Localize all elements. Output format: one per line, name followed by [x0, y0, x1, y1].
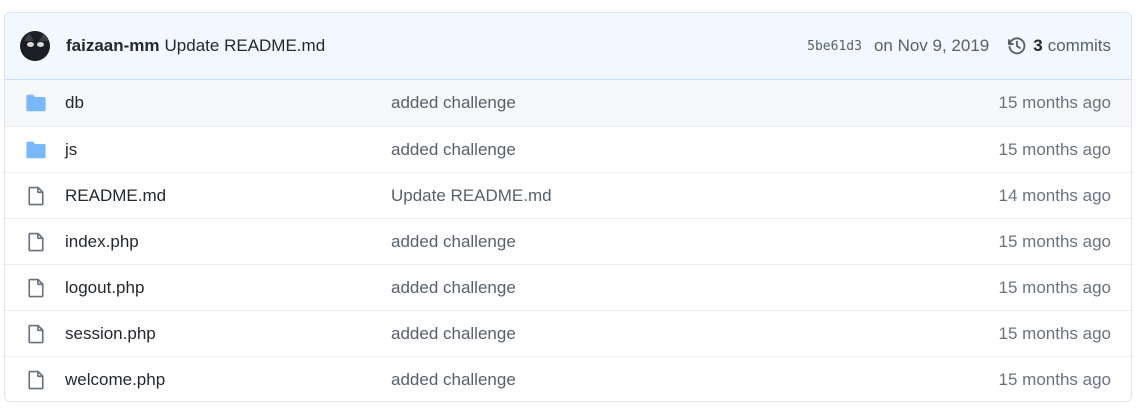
file-icon — [24, 370, 48, 390]
file-name-link[interactable]: logout.php — [65, 278, 391, 298]
file-row[interactable]: welcome.php added challenge 15 months ago — [5, 356, 1131, 401]
commit-sha-link[interactable]: 5be61d3 — [807, 39, 862, 54]
folder-icon — [24, 94, 48, 112]
file-commit-age: 15 months ago — [998, 277, 1111, 297]
file-icon — [24, 186, 48, 206]
file-commit-message-link[interactable]: added challenge — [391, 93, 999, 113]
file-commit-age: 15 months ago — [998, 139, 1111, 159]
file-name-link[interactable]: welcome.php — [65, 370, 391, 390]
file-row[interactable]: db added challenge 15 months ago — [5, 80, 1131, 126]
file-name-link[interactable]: README.md — [65, 186, 391, 206]
file-icon — [24, 324, 48, 344]
file-commit-age: 15 months ago — [998, 323, 1111, 343]
commits-history-link[interactable]: 3 commits — [1007, 36, 1111, 56]
commit-count: 3 — [1033, 36, 1043, 55]
file-name-link[interactable]: index.php — [65, 232, 391, 252]
file-icon — [24, 232, 48, 252]
avatar-eye — [37, 42, 44, 47]
avatar-ear — [39, 33, 49, 41]
file-commit-message-link[interactable]: added challenge — [391, 232, 999, 252]
file-commit-message-link[interactable]: added challenge — [391, 324, 999, 344]
commit-date: on Nov 9, 2019 — [873, 36, 990, 55]
file-row[interactable]: README.md Update README.md 14 months ago — [5, 172, 1131, 218]
file-icon — [24, 278, 48, 298]
commits-label: commits — [1047, 36, 1111, 55]
file-name-link[interactable]: session.php — [65, 324, 391, 344]
file-commit-age: 15 months ago — [998, 93, 1111, 112]
commit-message-link[interactable]: Update README.md — [165, 36, 326, 56]
file-commit-age: 15 months ago — [998, 231, 1111, 251]
file-commit-age: 14 months ago — [998, 185, 1111, 205]
file-commit-age: 15 months ago — [998, 369, 1111, 389]
history-icon — [1008, 37, 1026, 55]
file-browser: faizaan-mm Update README.md 5be61d3 on N… — [4, 12, 1132, 402]
latest-commit-bar: faizaan-mm Update README.md 5be61d3 on N… — [5, 13, 1131, 80]
file-row[interactable]: js added challenge 15 months ago — [5, 126, 1131, 172]
file-list: db added challenge 15 months ago js added ch… — [5, 80, 1131, 401]
file-row[interactable]: logout.php added challenge 15 months ago — [5, 264, 1131, 310]
avatar[interactable] — [20, 31, 50, 61]
file-name-link[interactable]: db — [65, 93, 391, 113]
commit-author-link[interactable]: faizaan-mm — [66, 36, 160, 56]
avatar-eye — [27, 42, 34, 47]
file-commit-message-link[interactable]: Update README.md — [391, 186, 999, 206]
file-commit-message-link[interactable]: added challenge — [391, 140, 999, 160]
avatar-ear — [24, 33, 34, 41]
file-commit-message-link[interactable]: added challenge — [391, 370, 999, 390]
file-name-link[interactable]: js — [65, 140, 391, 160]
file-row[interactable]: index.php added challenge 15 months ago — [5, 218, 1131, 264]
folder-icon — [24, 141, 48, 159]
file-row[interactable]: session.php added challenge 15 months ago — [5, 310, 1131, 356]
file-commit-message-link[interactable]: added challenge — [391, 278, 999, 298]
